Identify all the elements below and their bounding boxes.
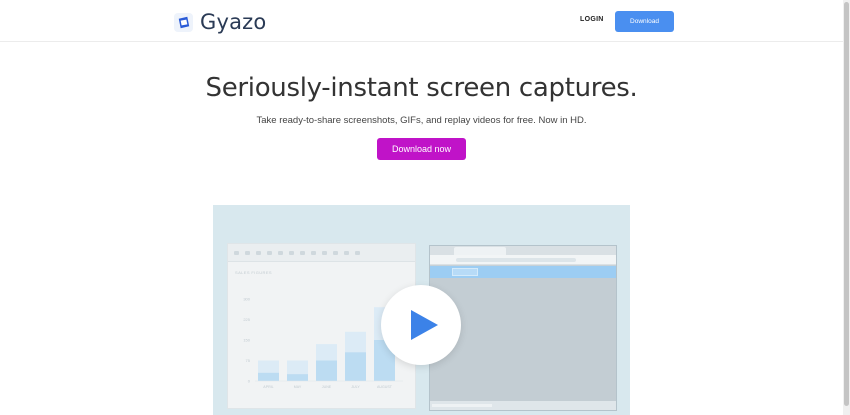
- hero-title: Seriously-instant screen captures.: [205, 73, 638, 103]
- header-divider: [0, 41, 843, 42]
- y-tick-label: 150: [243, 338, 250, 343]
- chart-title: SALES FIGURES: [235, 270, 272, 275]
- toolbar-dot: [234, 250, 239, 255]
- toolbar-dot: [245, 250, 250, 255]
- browser-url: [456, 258, 576, 262]
- header-download-button[interactable]: Download: [615, 11, 674, 32]
- gyazo-logo-icon: [174, 12, 193, 32]
- x-tick-label: APRIL: [263, 385, 273, 389]
- play-icon: [411, 310, 438, 340]
- y-tick-label: 300: [243, 297, 250, 302]
- toolbar-dot: [333, 250, 338, 255]
- y-tick-label: 0: [248, 379, 251, 384]
- toolbar-dot: [344, 250, 349, 255]
- scrollbar-thumb[interactable]: [844, 2, 849, 406]
- y-tick-label: 225: [243, 317, 250, 322]
- toolbar-dot: [355, 250, 360, 255]
- toolbar-dot: [289, 250, 294, 255]
- x-tick-label: AUGUST: [377, 385, 393, 389]
- browser-status-text: [432, 404, 492, 407]
- bar-part: [287, 374, 308, 381]
- brand-name: Gyazo: [200, 10, 267, 34]
- login-link[interactable]: LOGIN: [580, 16, 604, 23]
- toolbar-dot: [300, 250, 305, 255]
- toolbar-dot: [256, 250, 261, 255]
- browser-tab: [454, 247, 506, 255]
- scrollbar-track[interactable]: [843, 0, 850, 415]
- x-tick-label: MAY: [294, 385, 302, 389]
- play-button[interactable]: [381, 285, 461, 365]
- browser-statusbar: [430, 401, 616, 410]
- toolbar-dot: [267, 250, 272, 255]
- browser-tabbar: [430, 246, 616, 255]
- brand-logo[interactable]: Gyazo: [174, 10, 266, 34]
- x-tick-label: JUNE: [322, 385, 332, 389]
- browser-strip-button: [452, 268, 478, 276]
- browser-urlbar: [430, 255, 616, 265]
- hero-subtitle: Take ready-to-share screenshots, GIFs, a…: [256, 115, 587, 126]
- demo-video[interactable]: SALES FIGURES 0 75 150 225 300 APRIL MAY JUNE JU…: [213, 205, 630, 415]
- bar-part: [258, 372, 279, 381]
- toolbar-dot: [278, 250, 283, 255]
- download-now-button[interactable]: Download now: [377, 138, 466, 160]
- x-tick-label: JULY: [351, 385, 360, 389]
- y-tick-label: 75: [246, 358, 251, 363]
- browser-header-strip: [430, 266, 616, 278]
- preview-toolbar: [228, 244, 415, 262]
- bar-part: [345, 352, 366, 381]
- toolbar-dot: [322, 250, 327, 255]
- bar-part: [316, 360, 337, 381]
- toolbar-dot: [311, 250, 316, 255]
